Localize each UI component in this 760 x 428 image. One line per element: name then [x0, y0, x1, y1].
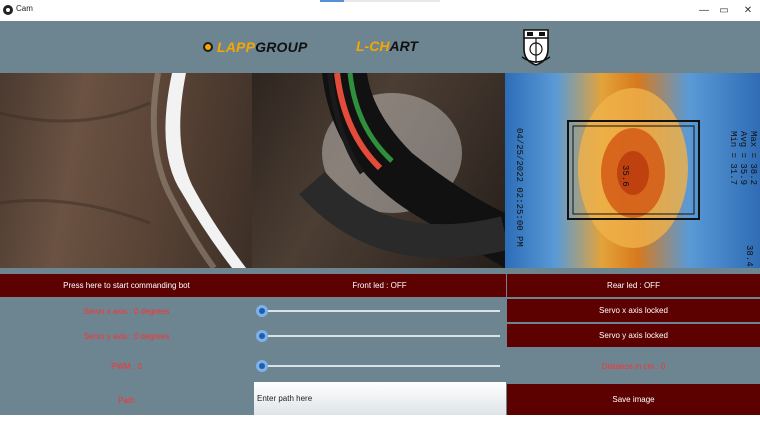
header-bar: LAPP GROUP L-CHART: [0, 21, 760, 73]
servo-y-lock-button[interactable]: Servo y axis locked: [507, 324, 760, 347]
close-icon[interactable]: ✕: [738, 4, 758, 18]
lchart-logo-part2: H: [379, 38, 390, 54]
thermal-avg: Avg = 35.9: [738, 131, 748, 185]
pwm-slider-handle[interactable]: [256, 360, 268, 372]
servo-x-lock-button[interactable]: Servo x axis locked: [507, 299, 760, 322]
servo-x-slider-track: [262, 310, 500, 312]
rear-led-button[interactable]: Rear led : OFF: [507, 274, 760, 297]
lapp-logo: LAPP GROUP: [203, 38, 307, 56]
thermal-camera-feed: 04/25/2022 02:25:00 PM 35.6 Max = 38.2 A…: [505, 73, 760, 268]
servo-x-slider[interactable]: [256, 304, 500, 318]
front-led-button[interactable]: Front led : OFF: [253, 274, 506, 297]
minimize-icon[interactable]: —: [694, 4, 714, 18]
left-camera-feed: [0, 73, 252, 268]
gear-icon: [203, 42, 213, 52]
servo-y-slider-track: [262, 335, 500, 337]
lchart-logo-part3: ART: [389, 38, 418, 54]
thermal-timestamp: 04/25/2022 02:25:00 PM: [514, 128, 524, 247]
window-title: Cam: [16, 4, 33, 13]
thermal-max: Max = 38.2: [748, 131, 758, 185]
distance-label: Distance in cm : 0: [601, 361, 666, 371]
path-input[interactable]: [254, 382, 506, 415]
start-commanding-button[interactable]: Press here to start commanding bot: [0, 274, 253, 297]
middle-camera-feed: [252, 73, 505, 268]
servo-x-label: Servo x axis : 0 degrees: [83, 306, 170, 316]
group-logo-text: GROUP: [255, 39, 308, 55]
middle-feed-image: [299, 73, 505, 268]
lchart-logo: L-CHART: [356, 38, 418, 54]
left-feed-image: [0, 73, 246, 268]
lapp-logo-text: LAPP: [217, 39, 256, 55]
maximize-icon[interactable]: ▭: [714, 4, 734, 18]
app-icon: [3, 5, 13, 15]
servo-x-slider-handle[interactable]: [256, 305, 268, 317]
lchart-logo-part1: L-C: [356, 38, 380, 54]
focus-indicator: [320, 0, 440, 2]
title-bar: Cam — ▭ ✕: [0, 0, 760, 21]
thermal-feed-image: 04/25/2022 02:25:00 PM 35.6 Max = 38.2 A…: [514, 88, 758, 267]
thermal-min: Min = 31.7: [728, 131, 738, 185]
thermal-corner-reading: 38.4: [744, 245, 754, 267]
save-image-button[interactable]: Save image: [507, 384, 760, 415]
path-label: Path: [118, 395, 135, 405]
servo-y-slider[interactable]: [256, 329, 500, 343]
pwm-label: PWM : 0: [111, 361, 142, 371]
thermal-center-reading: 35.6: [620, 165, 630, 187]
crest-icon: [521, 29, 551, 66]
pwm-slider-track: [262, 365, 500, 367]
servo-y-label: Servo y axis : 0 degrees: [83, 331, 170, 341]
servo-y-slider-handle[interactable]: [256, 330, 268, 342]
pwm-slider[interactable]: [256, 359, 500, 373]
